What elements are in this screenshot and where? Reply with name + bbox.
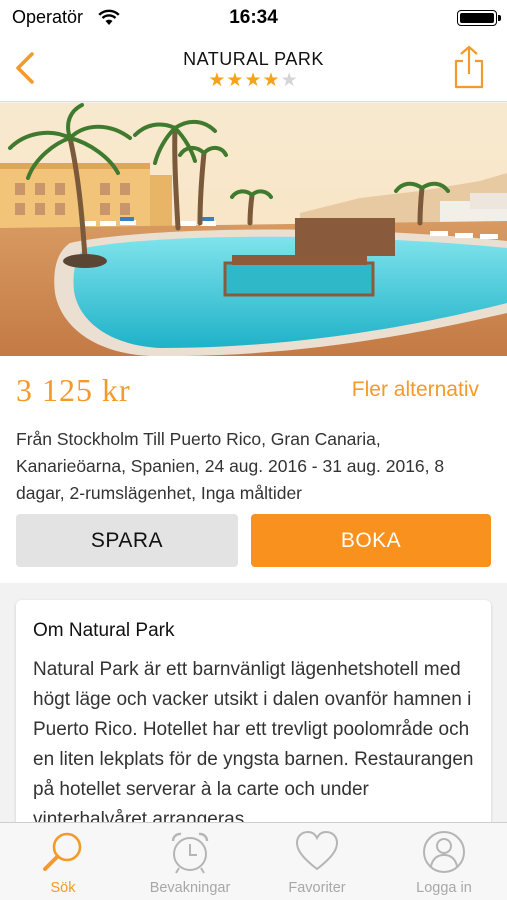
tab-alerts[interactable]: Bevakningar bbox=[127, 823, 253, 900]
save-button[interactable]: SPARA bbox=[16, 514, 238, 567]
status-bar: Operatör 16:34 bbox=[0, 0, 507, 36]
star-filled-icon: ★ bbox=[244, 70, 263, 91]
star-empty-icon: ★ bbox=[280, 70, 299, 91]
about-card: Om Natural Park Natural Park är ett barn… bbox=[16, 600, 491, 830]
hotel-photo bbox=[0, 103, 507, 356]
more-options-link[interactable]: Fler alternativ bbox=[352, 378, 479, 402]
status-time: 16:34 bbox=[229, 7, 278, 28]
alarm-clock-icon bbox=[171, 832, 209, 874]
tab-bar: Sök Bevakningar Favoriter Logga in bbox=[0, 822, 507, 900]
book-button[interactable]: BOKA bbox=[251, 514, 491, 567]
about-title: Om Natural Park bbox=[33, 620, 175, 641]
star-filled-icon: ★ bbox=[262, 70, 281, 91]
tab-search[interactable]: Sök bbox=[0, 823, 126, 900]
page-title: NATURAL PARK bbox=[183, 49, 324, 69]
search-icon bbox=[43, 832, 82, 871]
share-button[interactable] bbox=[451, 44, 487, 90]
tab-label: Sök bbox=[50, 880, 76, 896]
nav-bar: NATURAL PARK ★★★★★ bbox=[0, 36, 507, 102]
tab-label: Favoriter bbox=[288, 880, 346, 896]
tab-label: Logga in bbox=[416, 880, 472, 896]
price: 3 125 kr bbox=[16, 372, 131, 408]
heart-icon bbox=[295, 830, 339, 871]
tab-favorites[interactable]: Favoriter bbox=[254, 823, 380, 900]
about-text: Natural Park är ett barnvänligt lägenhet… bbox=[33, 659, 474, 830]
trip-details: Från Stockholm Till Puerto Rico, Gran Ca… bbox=[16, 429, 445, 503]
battery-icon bbox=[457, 10, 501, 26]
star-filled-icon: ★ bbox=[208, 70, 227, 91]
user-icon bbox=[423, 831, 465, 873]
tab-login[interactable]: Logga in bbox=[381, 823, 507, 900]
star-filled-icon: ★ bbox=[226, 70, 245, 91]
star-rating: ★★★★★ bbox=[0, 71, 507, 91]
offer-section: 3 125 kr Fler alternativ Från Stockholm … bbox=[0, 356, 507, 583]
tab-label: Bevakningar bbox=[149, 880, 231, 896]
